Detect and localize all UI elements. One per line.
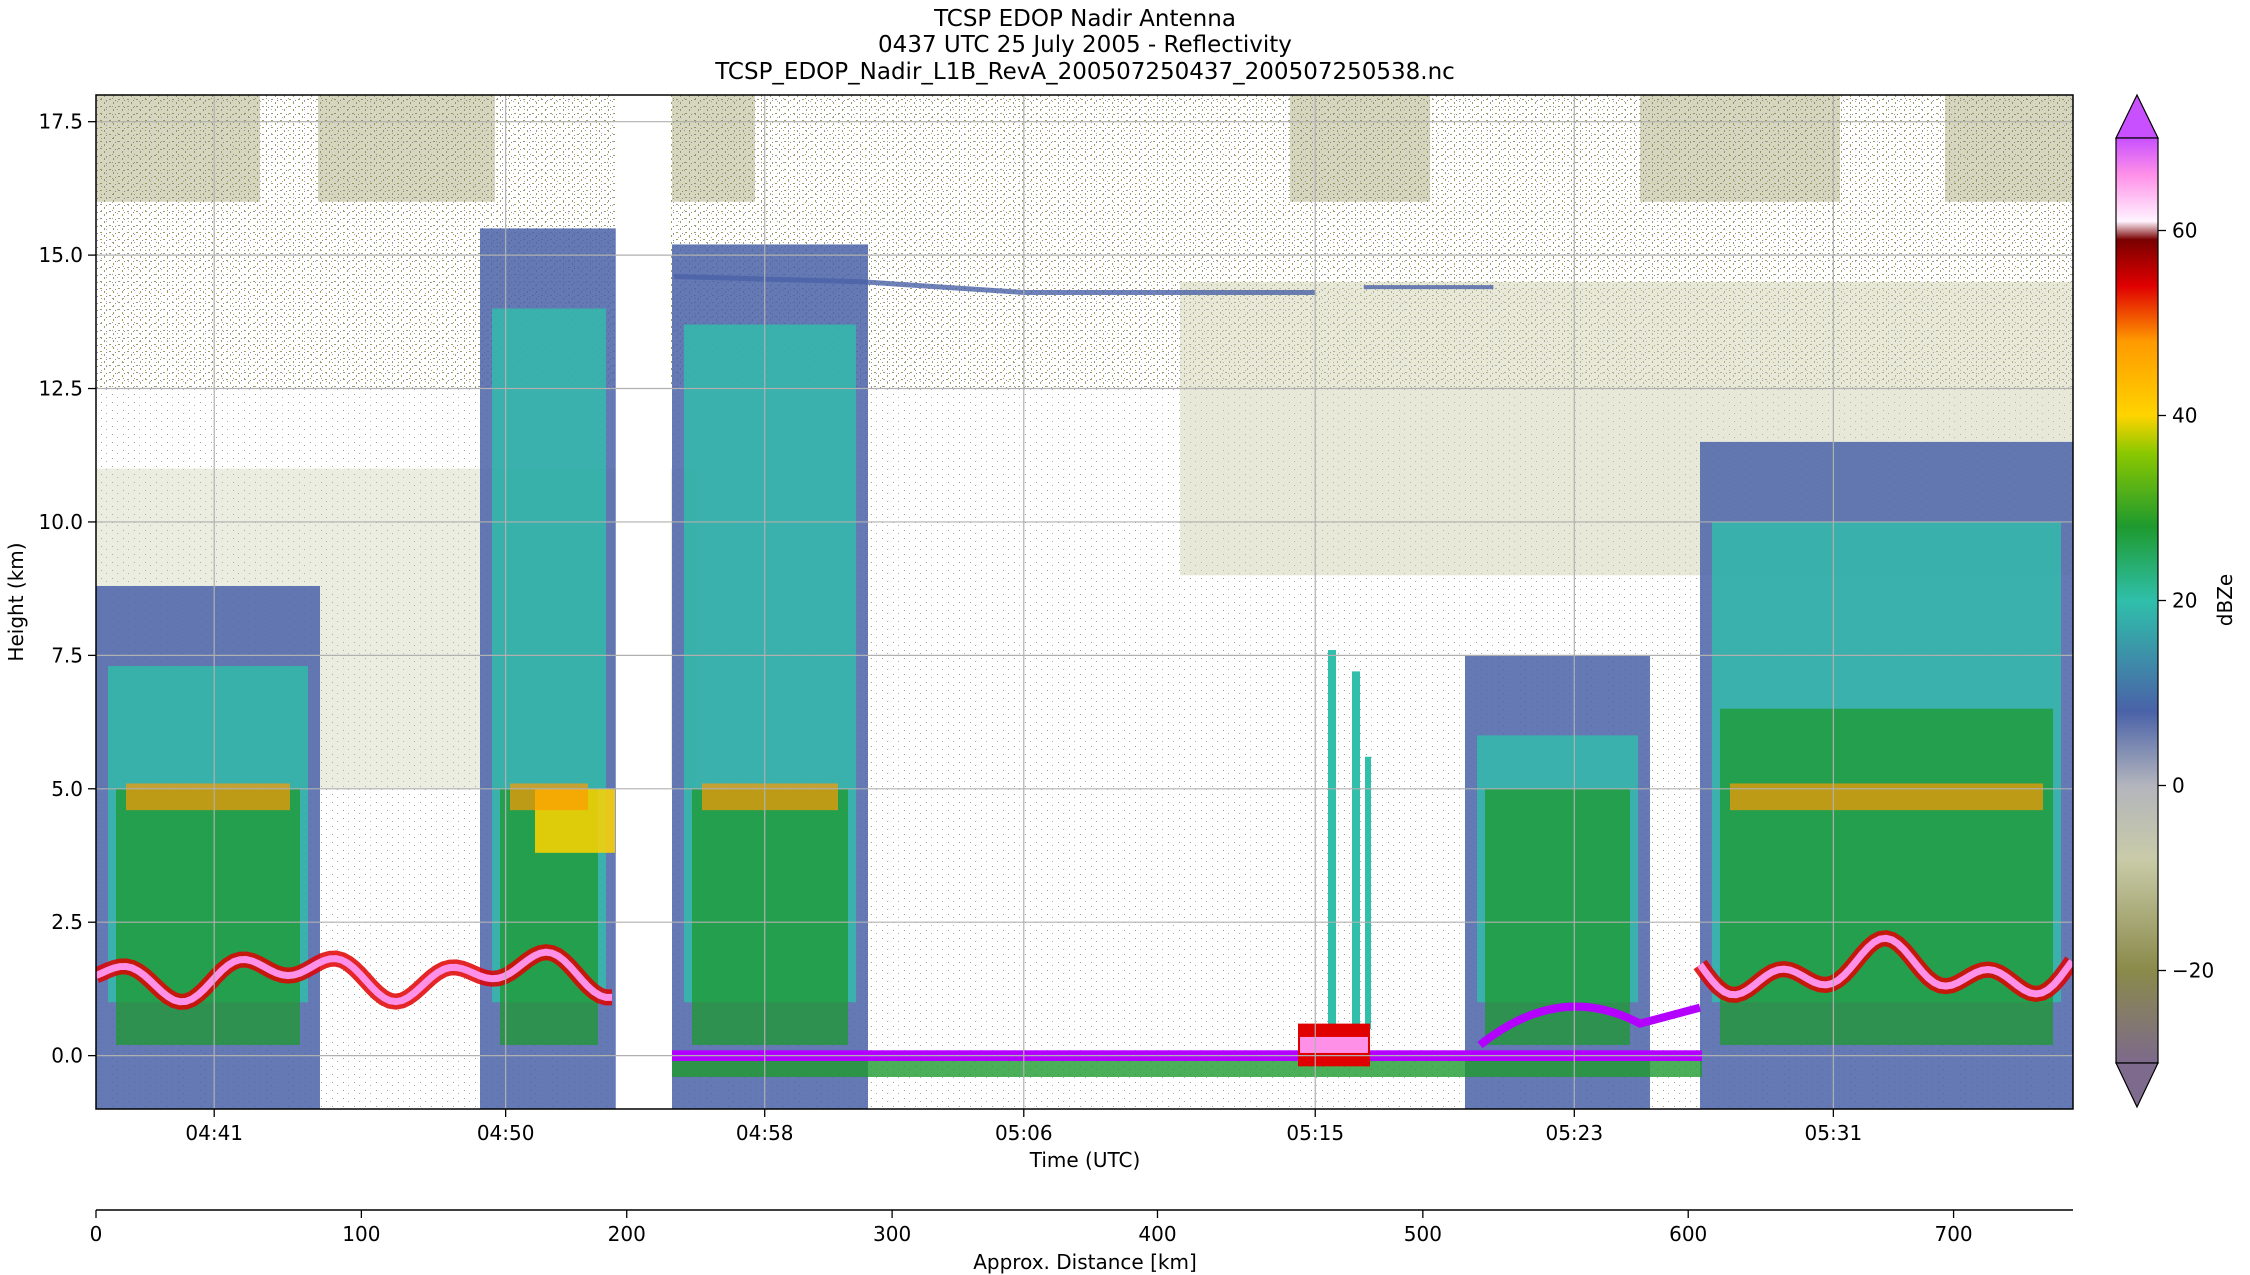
x-tick-label: 04:41 [185, 1121, 243, 1145]
colorbar-tick-label: 60 [2172, 219, 2197, 243]
colorbar-tick-label: 0 [2172, 774, 2185, 798]
colorbar: 60 40 20 0 −20 dBZe [2115, 93, 2237, 1109]
y-axis-label: Height (km) [4, 542, 28, 661]
x-tick-label: 05:15 [1286, 1121, 1344, 1145]
y-tick-label: 17.5 [38, 110, 83, 134]
colorbar-ticks: 60 40 20 0 −20 [2158, 219, 2214, 983]
x-tick-label: 04:58 [736, 1121, 794, 1145]
sea-surface-echo-lower [672, 1060, 1702, 1077]
chart-title-line-3: TCSP_EDOP_Nadir_L1B_RevA_200507250437_20… [714, 59, 1455, 85]
convective-plume [1328, 650, 1336, 1029]
x2-tick-label: 600 [1669, 1222, 1707, 1246]
x-tick-label: 04:50 [477, 1121, 535, 1145]
x-tick-label: 05:31 [1805, 1121, 1863, 1145]
x2-tick-label: 700 [1934, 1222, 1972, 1246]
y-tick-label: 10.0 [38, 510, 83, 534]
y-tick-label: 5.0 [51, 777, 83, 801]
colorbar-tick-label: 20 [2172, 589, 2197, 613]
x2-tick-label: 100 [342, 1222, 380, 1246]
plot-area [95, 94, 2074, 1110]
noise-band [1640, 95, 1840, 202]
bright-band [126, 783, 290, 811]
x-axis-distance: 0 100 200 300 400 500 600 700 [90, 1209, 2073, 1246]
noise-band [1945, 95, 2073, 202]
rain-shaft [1720, 708, 2053, 1045]
colorbar-extend-bottom [2115, 1062, 2159, 1109]
y-tick-label: 15.0 [38, 243, 83, 267]
y-axis-height: 0.0 2.5 5.0 7.5 10.0 12.5 15.0 17.5 [38, 110, 96, 1068]
colorbar-extend-top [2115, 93, 2159, 139]
colorbar-tick-label: 40 [2172, 404, 2197, 428]
rain-shaft [116, 788, 300, 1045]
x2-axis-label: Approx. Distance [km] [973, 1250, 1197, 1274]
convective-plume [1365, 756, 1371, 1029]
data-gap [615, 95, 671, 1109]
x2-tick-label: 300 [873, 1222, 911, 1246]
x-tick-label: 05:06 [995, 1121, 1053, 1145]
reflectivity-field [96, 95, 2073, 1109]
x2-tick-label: 500 [1404, 1222, 1442, 1246]
convective-plume [1352, 671, 1360, 1029]
chart-figure: TCSP EDOP Nadir Antenna 0437 UTC 25 July… [4, 6, 2237, 1274]
y-tick-label: 0.0 [51, 1044, 83, 1068]
surface-echo-strong-core [1300, 1036, 1368, 1053]
x2-tick-label: 0 [90, 1222, 103, 1246]
x-tick-label: 05:23 [1545, 1121, 1603, 1145]
bright-band [510, 783, 588, 811]
noise-band [318, 95, 495, 202]
colorbar-label: dBZe [2213, 574, 2237, 626]
noise-band [1290, 95, 1430, 202]
y-tick-label: 12.5 [38, 377, 83, 401]
y-tick-label: 2.5 [51, 910, 83, 934]
x2-tick-label: 400 [1138, 1222, 1176, 1246]
x-axis-label: Time (UTC) [1029, 1148, 1141, 1172]
x-axis-time: 04:41 04:50 04:58 05:06 05:15 05:23 05:31 [185, 1109, 1862, 1145]
x2-tick-label: 200 [608, 1222, 646, 1246]
noise-band [96, 95, 260, 202]
rain-shaft [692, 788, 848, 1045]
bright-band [1730, 783, 2043, 811]
y-tick-label: 7.5 [51, 643, 83, 667]
colorbar-tick-label: −20 [2172, 959, 2214, 983]
chart-title-line-1: TCSP EDOP Nadir Antenna [933, 6, 1236, 32]
noise-band [672, 95, 755, 202]
bright-band [702, 783, 838, 811]
chart-title-line-2: 0437 UTC 25 July 2005 - Reflectivity [878, 32, 1292, 58]
colorbar-body [2115, 137, 2159, 1064]
